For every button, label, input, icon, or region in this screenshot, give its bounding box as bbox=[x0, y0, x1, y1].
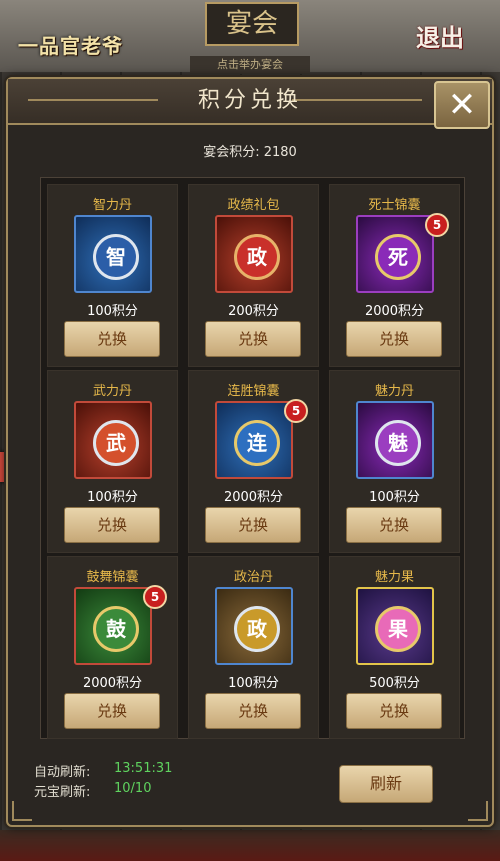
item-price: 500积分 bbox=[369, 676, 420, 691]
item-glyph: 连 bbox=[234, 420, 280, 466]
exchange-item: 智力丹 智 100积分 兑换 bbox=[47, 184, 178, 367]
item-price: 100积分 bbox=[228, 676, 279, 691]
item-name: 魅力丹 bbox=[374, 384, 414, 399]
auto-refresh-label: 自动刷新: bbox=[34, 765, 91, 780]
pill-icon[interactable]: 魅 bbox=[356, 401, 434, 479]
refresh-button[interactable]: 刷新 bbox=[339, 765, 433, 803]
yuanbao-refresh-label: 元宝刷新: bbox=[34, 785, 91, 800]
item-name: 武力丹 bbox=[92, 384, 132, 399]
exchange-button[interactable]: 兑换 bbox=[346, 507, 442, 543]
pill-icon[interactable]: 武 bbox=[74, 401, 152, 479]
yuanbao-refresh-count: 10/10 bbox=[114, 781, 152, 796]
item-price: 200积分 bbox=[228, 304, 279, 319]
item-price: 100积分 bbox=[369, 490, 420, 505]
exchange-item: 魅力果 果 500积分 兑换 bbox=[329, 556, 460, 739]
pill-icon[interactable]: 智 bbox=[74, 215, 152, 293]
exchange-item: 魅力丹 魅 100积分 兑换 bbox=[329, 370, 460, 553]
item-name: 政绩礼包 bbox=[227, 198, 280, 213]
dialog-title: 积分兑换 bbox=[197, 88, 302, 113]
points-exchange-dialog: 积分兑换 ✕ 宴会积分: 2180 智力丹 智 100积分 兑换 政绩礼包 政 … bbox=[6, 77, 494, 827]
item-glyph: 政 bbox=[234, 234, 280, 280]
item-price: 100积分 bbox=[87, 304, 138, 319]
exchange-item: 鼓舞锦囊 鼓 5 2000积分 兑换 bbox=[47, 556, 178, 739]
item-name: 智力丹 bbox=[92, 198, 132, 213]
item-name: 鼓舞锦囊 bbox=[86, 570, 139, 585]
feast-points-label: 宴会积分: bbox=[203, 145, 260, 160]
exchange-item: 政绩礼包 政 200积分 兑换 bbox=[188, 184, 319, 367]
exchange-item: 政治丹 政 100积分 兑换 bbox=[188, 556, 319, 739]
gift-bag-icon[interactable]: 政 bbox=[215, 215, 293, 293]
item-price: 2000积分 bbox=[82, 676, 143, 691]
exchange-item: 武力丹 武 100积分 兑换 bbox=[47, 370, 178, 553]
exchange-item: 死士锦囊 死 5 2000积分 兑换 bbox=[329, 184, 460, 367]
exchange-button[interactable]: 兑换 bbox=[205, 693, 301, 729]
item-name: 死士锦囊 bbox=[368, 198, 421, 213]
count-badge: 5 bbox=[143, 585, 167, 609]
game-logo: 一品官老爷 bbox=[18, 34, 123, 58]
corner-ornament bbox=[468, 801, 488, 821]
exchange-item: 连胜锦囊 连 5 2000积分 兑换 bbox=[188, 370, 319, 553]
feast-points: 宴会积分: 2180 bbox=[8, 141, 492, 160]
item-glyph: 武 bbox=[93, 420, 139, 466]
item-price: 2000积分 bbox=[223, 490, 284, 505]
exchange-button[interactable]: 兑换 bbox=[64, 321, 160, 357]
item-glyph: 智 bbox=[93, 234, 139, 280]
exchange-button[interactable]: 兑换 bbox=[205, 321, 301, 357]
exchange-button[interactable]: 兑换 bbox=[346, 693, 442, 729]
bottom-decoration bbox=[0, 830, 500, 861]
dialog-header: 积分兑换 bbox=[8, 79, 492, 125]
item-glyph: 鼓 bbox=[93, 606, 139, 652]
exchange-item-grid: 智力丹 智 100积分 兑换 政绩礼包 政 200积分 兑换 死士锦囊 死 5 … bbox=[40, 177, 465, 739]
feast-title: 宴会 bbox=[205, 2, 299, 46]
peach-fruit-icon[interactable]: 果 bbox=[356, 587, 434, 665]
auto-refresh-timer: 13:51:31 bbox=[114, 761, 173, 776]
item-name: 魅力果 bbox=[374, 570, 414, 585]
item-price: 2000积分 bbox=[364, 304, 425, 319]
item-name: 政治丹 bbox=[233, 570, 273, 585]
brocade-bag-icon[interactable]: 死 bbox=[356, 215, 434, 293]
exchange-button[interactable]: 兑换 bbox=[346, 321, 442, 357]
item-glyph: 死 bbox=[375, 234, 421, 280]
feast-subtitle[interactable]: 点击举办宴会 bbox=[190, 56, 310, 74]
item-glyph: 果 bbox=[375, 606, 421, 652]
close-button[interactable]: ✕ bbox=[434, 81, 490, 129]
corner-ornament bbox=[12, 801, 32, 821]
feast-points-value: 2180 bbox=[263, 145, 297, 160]
brocade-bag-icon[interactable]: 鼓 bbox=[74, 587, 152, 665]
pill-icon[interactable]: 政 bbox=[215, 587, 293, 665]
exit-button[interactable]: 退出 bbox=[416, 18, 464, 53]
exchange-button[interactable]: 兑换 bbox=[205, 507, 301, 543]
count-badge: 5 bbox=[425, 213, 449, 237]
count-badge: 5 bbox=[284, 399, 308, 423]
item-glyph: 政 bbox=[234, 606, 280, 652]
item-glyph: 魅 bbox=[375, 420, 421, 466]
item-name: 连胜锦囊 bbox=[227, 384, 280, 399]
exchange-button[interactable]: 兑换 bbox=[64, 693, 160, 729]
exchange-button[interactable]: 兑换 bbox=[64, 507, 160, 543]
brocade-bag-icon[interactable]: 连 bbox=[215, 401, 293, 479]
item-price: 100积分 bbox=[87, 490, 138, 505]
